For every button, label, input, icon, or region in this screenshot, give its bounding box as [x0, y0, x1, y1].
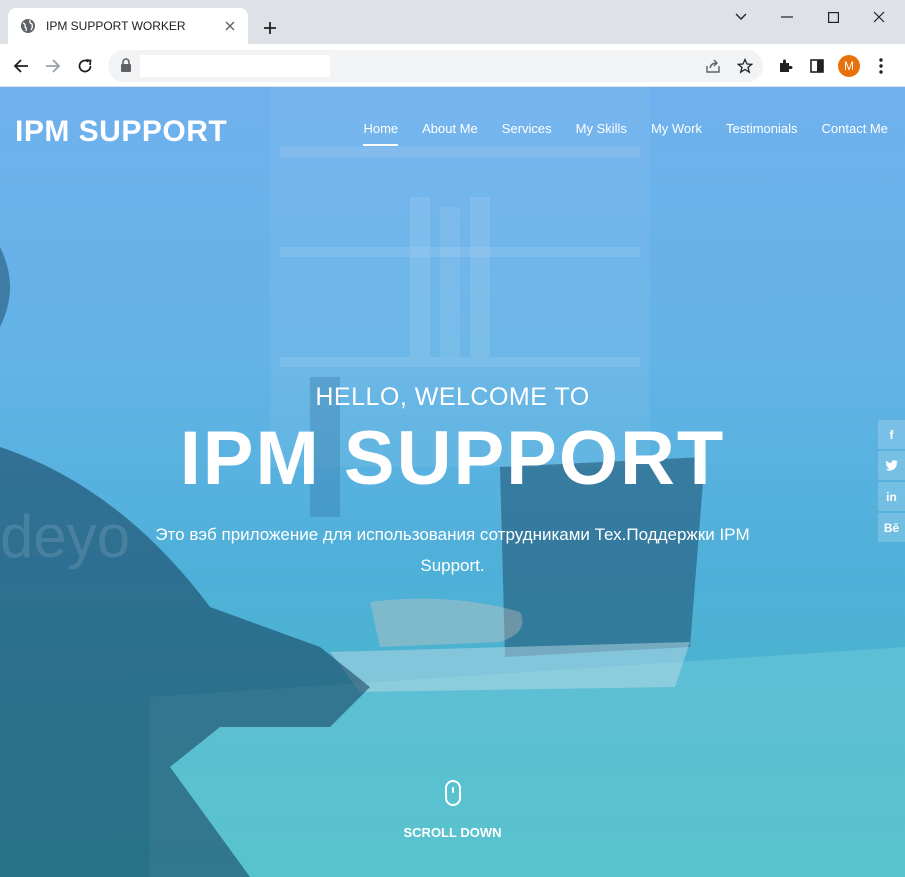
facebook-icon[interactable]: f	[878, 420, 905, 449]
side-panel-icon[interactable]	[804, 53, 830, 79]
menu-kebab-icon[interactable]	[868, 53, 894, 79]
twitter-icon[interactable]	[878, 451, 905, 480]
browser-toolbar: M	[0, 44, 905, 87]
svg-text:deyo: deyo	[0, 503, 130, 570]
globe-icon	[20, 18, 36, 34]
url-input[interactable]	[140, 55, 330, 77]
browser-titlebar: IPM SUPPORT WORKER	[0, 0, 905, 44]
site-logo[interactable]: IPM SUPPORT	[15, 115, 227, 149]
close-tab-icon[interactable]	[222, 18, 238, 34]
new-tab-button[interactable]	[258, 16, 282, 40]
scroll-down-link[interactable]: SCROLL DOWN	[0, 780, 905, 840]
browser-tab[interactable]: IPM SUPPORT WORKER	[8, 8, 248, 44]
reload-button[interactable]	[72, 53, 98, 79]
share-icon[interactable]	[702, 55, 724, 77]
behance-icon[interactable]: Bē	[878, 513, 905, 542]
hero-description: Это вэб приложение для использования сот…	[155, 525, 750, 575]
mouse-icon	[444, 780, 461, 806]
lock-icon	[120, 58, 134, 74]
nav-about-me[interactable]: About Me	[410, 121, 490, 136]
extensions-icon[interactable]	[772, 53, 798, 79]
nav-home[interactable]: Home	[351, 121, 410, 146]
scroll-down-label: SCROLL DOWN	[403, 825, 502, 840]
minimize-button[interactable]	[764, 6, 810, 28]
social-links: f in Bē	[878, 420, 905, 543]
tab-title: IPM SUPPORT WORKER	[46, 19, 186, 33]
nav-my-skills[interactable]: My Skills	[564, 121, 639, 136]
linkedin-icon[interactable]: in	[878, 482, 905, 511]
back-button[interactable]	[8, 53, 34, 79]
address-bar[interactable]	[108, 50, 763, 82]
tab-search-icon[interactable]	[718, 6, 764, 28]
hero-section: deyo IPM SUPPORT Home About Me Services …	[0, 87, 905, 877]
main-nav: Home About Me Services My Skills My Work…	[351, 121, 888, 146]
forward-button[interactable]	[40, 53, 66, 79]
nav-contact-me[interactable]: Contact Me	[810, 121, 888, 136]
hero-greeting: HELLO, WELCOME TO	[315, 383, 590, 411]
bookmark-star-icon[interactable]	[734, 55, 756, 77]
nav-services[interactable]: Services	[490, 121, 564, 136]
nav-my-work[interactable]: My Work	[639, 121, 714, 136]
hero-title: IPM SUPPORT	[179, 416, 726, 501]
nav-testimonials[interactable]: Testimonials	[714, 121, 810, 136]
maximize-button[interactable]	[810, 6, 856, 28]
close-window-button[interactable]	[856, 6, 902, 28]
profile-avatar[interactable]: M	[838, 55, 860, 77]
